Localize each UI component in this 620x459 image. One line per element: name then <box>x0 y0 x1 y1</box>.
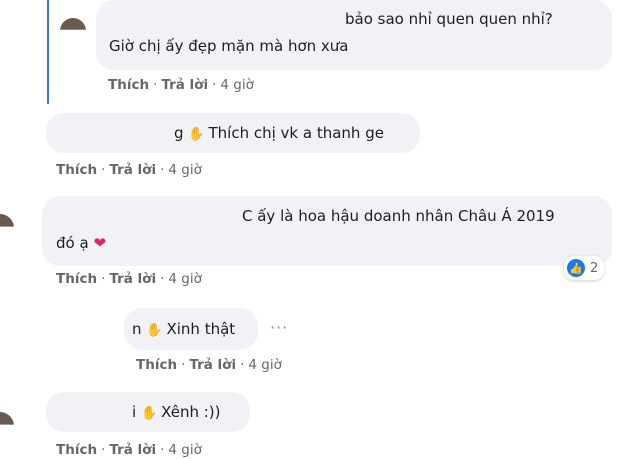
comment-bubble: i ✋ Xênh :)) <box>46 392 250 432</box>
comment-text: Xinh thật <box>166 320 236 338</box>
red-heart-icon: ❤ <box>93 234 107 252</box>
reply-link[interactable]: Trả lời <box>161 77 208 93</box>
comment-line: g ✋ Thích chị vk a thanh ge <box>174 120 384 148</box>
reaction-count: 2 <box>590 260 599 276</box>
timestamp-link[interactable]: 4 giờ <box>168 271 201 287</box>
reply-link[interactable]: Trả lời <box>109 271 156 287</box>
reply-link[interactable]: Trả lời <box>189 357 236 373</box>
waving-hand-icon: ✋ <box>146 323 163 338</box>
comment-bubble: n ✋ Xinh thật <box>124 308 258 350</box>
comment-text: C ấy là hoa hậu doanh nhân Châu Á 2019 <box>242 207 555 225</box>
comment-actions: Thích · Trả lời · 4 giờ <box>56 271 202 287</box>
reply-link[interactable]: Trả lời <box>109 162 156 178</box>
reply-thread-line <box>47 0 49 104</box>
comment-actions: Thích · Trả lời · 4 giờ <box>56 162 202 178</box>
comment-bubble: C ấy là hoa hậu doanh nhân Châu Á 2019 đ… <box>42 196 612 266</box>
timestamp-link[interactable]: 4 giờ <box>168 442 201 458</box>
timestamp-link[interactable]: 4 giờ <box>248 357 281 373</box>
comment-actions: Thích · Trả lời · 4 giờ <box>136 357 282 373</box>
waving-hand-icon: ✋ <box>140 406 158 421</box>
comment-line: i ✋ Xênh :)) <box>132 399 221 427</box>
commenter-name-fragment[interactable]: g <box>174 124 184 142</box>
comment-text: Xênh :)) <box>161 403 221 421</box>
like-link[interactable]: Thích <box>56 271 97 287</box>
like-link[interactable]: Thích <box>56 442 97 458</box>
timestamp-link[interactable]: 4 giờ <box>220 77 253 93</box>
comment-text: Giờ chị ấy đẹp mặn mà hơn xưa <box>109 37 349 55</box>
reply-link[interactable]: Trả lời <box>109 442 156 458</box>
comment-line: đó ạ ❤ <box>56 230 106 256</box>
like-link[interactable]: Thích <box>136 357 177 373</box>
more-options-icon[interactable]: ··· <box>270 318 288 337</box>
comment-bubble: g ✋ Thích chị vk a thanh ge <box>46 113 420 153</box>
commenter-name-fragment[interactable]: n <box>132 320 142 338</box>
timestamp-link[interactable]: 4 giờ <box>168 162 201 178</box>
comment-actions: Thích · Trả lời · 4 giờ <box>56 442 202 458</box>
comment-actions: Thích · Trả lời · 4 giờ <box>108 77 254 93</box>
like-reaction-icon: 👍 <box>567 259 585 277</box>
like-link[interactable]: Thích <box>108 77 149 93</box>
comment-text: đó ạ <box>56 234 89 252</box>
commenter-name-fragment[interactable]: i <box>132 403 136 421</box>
comment-text: Thích chị vk a thanh ge <box>208 124 384 142</box>
avatar[interactable] <box>60 18 86 30</box>
waving-hand-icon: ✋ <box>188 127 205 142</box>
avatar[interactable] <box>0 412 14 425</box>
reaction-summary[interactable]: 👍 2 <box>564 256 605 280</box>
comment-line: n ✋ Xinh thật <box>132 316 235 344</box>
comment-text: bảo sao nhỉ quen quen nhỉ? <box>345 10 553 28</box>
comment-bubble: bảo sao nhỉ quen quen nhỉ? Giờ chị ấy đẹ… <box>96 0 612 70</box>
avatar[interactable] <box>0 214 14 227</box>
like-link[interactable]: Thích <box>56 162 97 178</box>
